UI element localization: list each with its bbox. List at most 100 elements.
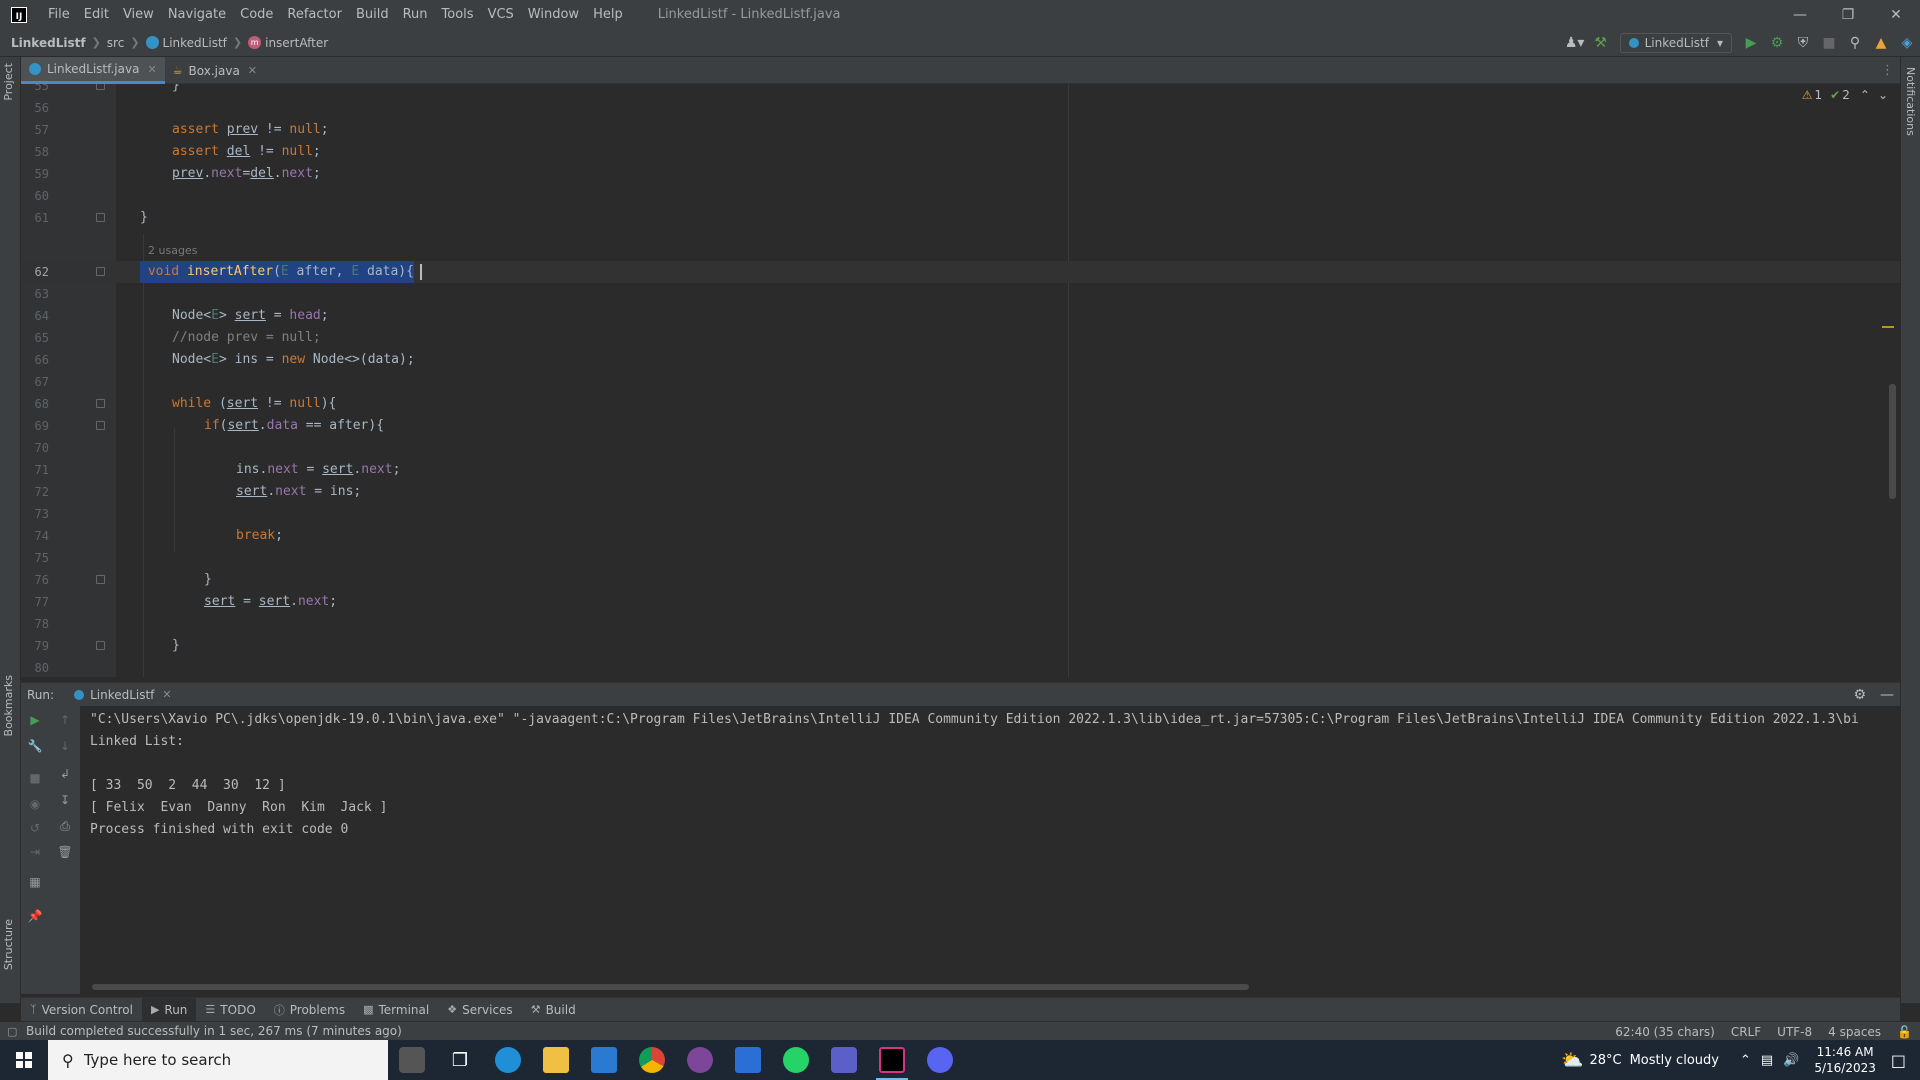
- menu-tools[interactable]: Tools: [435, 0, 481, 29]
- build-hammer-icon[interactable]: ⚒: [1588, 29, 1614, 57]
- taskbar-app-mail[interactable]: [580, 1040, 628, 1080]
- indent-setting[interactable]: 4 spaces: [1828, 1025, 1881, 1039]
- minimize-icon[interactable]: —: [1776, 0, 1824, 29]
- rerun-icon[interactable]: ▶: [25, 710, 45, 730]
- breadcrumb-project[interactable]: LinkedListf: [11, 36, 86, 50]
- clock[interactable]: 11:46 AM 5/16/2023: [1814, 1044, 1876, 1076]
- tab-box-java[interactable]: ☕ Box.java ✕: [165, 57, 265, 84]
- restore-layout-icon[interactable]: ↺: [25, 818, 45, 838]
- fold-icon[interactable]: [96, 575, 105, 584]
- run-configuration-select[interactable]: LinkedListf ▾: [1619, 33, 1732, 53]
- fold-icon[interactable]: [96, 641, 105, 650]
- fold-icon[interactable]: [96, 267, 105, 276]
- close-icon[interactable]: ✕: [1872, 0, 1920, 29]
- gear-icon[interactable]: ⚙: [1853, 687, 1866, 703]
- volume-icon[interactable]: 🔊: [1783, 1053, 1799, 1068]
- update-icon[interactable]: ▲: [1868, 29, 1894, 57]
- print-icon[interactable]: ⎙: [55, 816, 75, 836]
- console-horizontal-scrollbar[interactable]: [92, 984, 1249, 990]
- tab-linkedlistf-java[interactable]: LinkedListf.java ✕: [21, 57, 165, 84]
- soft-wrap-icon[interactable]: ↲: [55, 764, 75, 784]
- menu-build[interactable]: Build: [349, 0, 396, 29]
- notification-center-icon[interactable]: □: [1891, 1051, 1906, 1070]
- close-tab-icon[interactable]: ✕: [162, 688, 171, 701]
- fold-icon[interactable]: [96, 421, 105, 430]
- exit-icon[interactable]: ⇥: [25, 842, 45, 862]
- taskbar-search-input[interactable]: [83, 1051, 324, 1069]
- tab-services[interactable]: ❖ Services: [438, 998, 521, 1022]
- menu-navigate[interactable]: Navigate: [161, 0, 233, 29]
- hide-panel-icon[interactable]: —: [1880, 687, 1894, 703]
- run-tab-linkedlistf[interactable]: LinkedListf ✕: [74, 688, 172, 702]
- taskbar-app-store[interactable]: [724, 1040, 772, 1080]
- start-button[interactable]: [0, 1040, 48, 1080]
- caret-position[interactable]: 62:40 (35 chars): [1615, 1025, 1715, 1039]
- tab-version-control[interactable]: ᛉ Version Control: [21, 998, 142, 1022]
- network-icon[interactable]: ▤: [1761, 1053, 1773, 1068]
- taskbar-app-teams[interactable]: [820, 1040, 868, 1080]
- taskbar-search[interactable]: ⚲: [48, 1040, 388, 1080]
- line-separator[interactable]: CRLF: [1731, 1025, 1761, 1039]
- plugin-icon[interactable]: ◈: [1894, 29, 1920, 57]
- chevron-up-icon[interactable]: ⌃: [1860, 88, 1870, 102]
- debug-icon[interactable]: ⚙: [1764, 29, 1790, 57]
- arrow-down-icon[interactable]: ↓: [55, 736, 75, 756]
- restore-icon[interactable]: ❐: [1824, 0, 1872, 29]
- layout-toggle-icon[interactable]: ▢: [7, 1025, 17, 1038]
- menu-vcs[interactable]: VCS: [481, 0, 521, 29]
- structure-tool-tab[interactable]: Structure: [2, 919, 15, 970]
- taskbar-app-intellij[interactable]: [868, 1040, 916, 1080]
- weather-widget[interactable]: ⛅ 28°C Mostly cloudy: [1561, 1050, 1719, 1071]
- tab-todo[interactable]: ☰ TODO: [196, 998, 264, 1022]
- breadcrumb-method[interactable]: m insertAfter: [248, 36, 328, 50]
- breadcrumb-src[interactable]: src: [107, 36, 125, 50]
- fold-icon[interactable]: [96, 399, 105, 408]
- taskbar-task-view[interactable]: ❐: [436, 1040, 484, 1080]
- chevron-down-icon[interactable]: ⌄: [1878, 88, 1888, 102]
- search-icon[interactable]: ⚲: [1842, 29, 1868, 57]
- console-output[interactable]: "C:\Users\Xavio PC\.jdks\openjdk-19.0.1\…: [82, 706, 1900, 994]
- scroll-to-end-icon[interactable]: ↧: [55, 790, 75, 810]
- arrow-up-icon[interactable]: ↑: [55, 710, 75, 730]
- taskbar-app-camera[interactable]: [388, 1040, 436, 1080]
- taskbar-app-whatsapp[interactable]: [772, 1040, 820, 1080]
- close-tab-icon[interactable]: ✕: [147, 63, 156, 76]
- taskbar-app-edge[interactable]: [484, 1040, 532, 1080]
- menu-run[interactable]: Run: [396, 0, 435, 29]
- file-encoding[interactable]: UTF-8: [1777, 1025, 1812, 1039]
- menu-refactor[interactable]: Refactor: [280, 0, 349, 29]
- tab-terminal[interactable]: ▩ Terminal: [354, 998, 438, 1022]
- pin-icon[interactable]: 📌: [25, 906, 45, 926]
- taskbar-app-chrome[interactable]: [628, 1040, 676, 1080]
- run-icon[interactable]: ▶: [1738, 29, 1764, 57]
- taskbar-app-discord[interactable]: [916, 1040, 964, 1080]
- lock-icon[interactable]: 🔓: [1897, 1025, 1912, 1039]
- chevron-up-icon[interactable]: ⌃: [1740, 1053, 1751, 1068]
- tab-problems[interactable]: ⓘ Problems: [265, 998, 354, 1022]
- wrench-icon[interactable]: 🔧: [25, 736, 45, 756]
- notifications-tool-tab[interactable]: Notifications: [1904, 67, 1917, 136]
- taskbar-app-explorer[interactable]: [532, 1040, 580, 1080]
- project-tool-tab[interactable]: Project: [2, 63, 15, 101]
- menu-help[interactable]: Help: [586, 0, 630, 29]
- close-tab-icon[interactable]: ✕: [248, 64, 257, 77]
- menu-view[interactable]: View: [116, 0, 161, 29]
- stop-icon[interactable]: ■: [25, 768, 45, 788]
- bookmarks-tool-tab[interactable]: Bookmarks: [2, 675, 15, 736]
- intellij-logo-icon[interactable]: IJ: [11, 6, 27, 23]
- camera-icon[interactable]: ◉: [25, 794, 45, 814]
- trash-icon[interactable]: 🗑: [55, 842, 75, 862]
- fold-icon[interactable]: [96, 213, 105, 222]
- taskbar-app-tor[interactable]: [676, 1040, 724, 1080]
- breadcrumb-class[interactable]: LinkedListf: [145, 36, 227, 50]
- usages-hint[interactable]: 2 usages: [148, 243, 197, 259]
- warning-marker[interactable]: [1882, 326, 1894, 328]
- more-tabs-icon[interactable]: ⋮: [1881, 57, 1894, 84]
- code-editor[interactable]: 55} 56 57 assert prev != null; 58 assert d…: [21, 84, 1900, 677]
- user-icon[interactable]: ♟▾: [1562, 29, 1588, 57]
- stop-icon[interactable]: ■: [1816, 29, 1842, 57]
- status-message[interactable]: Build completed successfully in 1 sec, 2…: [26, 1024, 402, 1038]
- inspection-widget[interactable]: ⚠ 1 ✔ 2 ⌃ ⌄: [1802, 88, 1888, 102]
- tab-build[interactable]: ⚒ Build: [522, 998, 585, 1022]
- fold-icon[interactable]: [96, 84, 105, 90]
